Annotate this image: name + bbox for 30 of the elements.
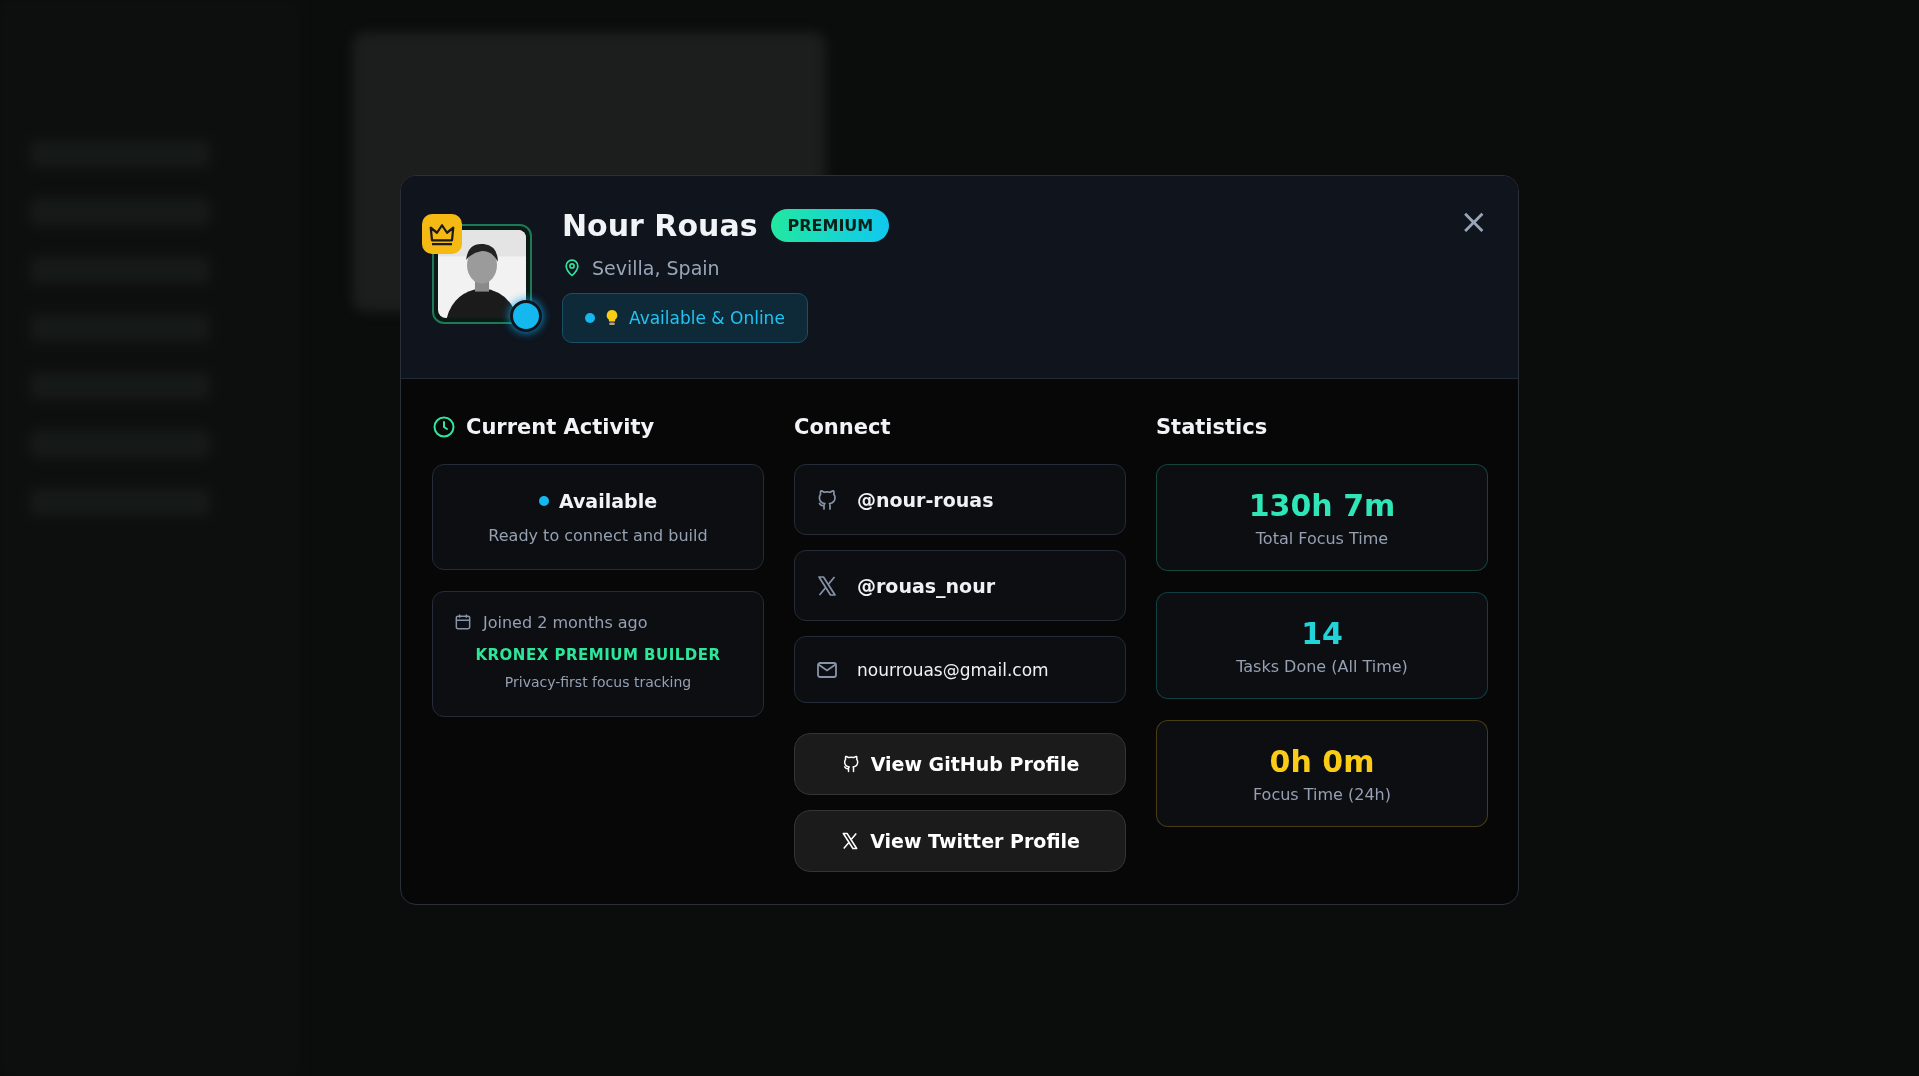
- contact-link[interactable]: nourrouas@gmail.com: [794, 636, 1126, 703]
- status-dot-icon: [538, 495, 549, 506]
- profile-button[interactable]: View Twitter Profile: [794, 810, 1126, 872]
- clock-icon: [432, 415, 456, 439]
- contact-link[interactable]: @nour-rouas: [794, 464, 1126, 535]
- location-text: Sevilla, Spain: [592, 257, 720, 279]
- calendar-icon: [453, 612, 473, 632]
- contact-link[interactable]: @rouas_nour: [794, 550, 1126, 621]
- stat-value: 130h 7m: [1248, 487, 1396, 523]
- profile-button[interactable]: View GitHub Profile: [794, 733, 1126, 795]
- lightbulb-icon: [605, 309, 619, 327]
- status-text: Available: [558, 489, 658, 512]
- stat-value: 14: [1301, 615, 1343, 651]
- section-title: Connect: [794, 415, 891, 439]
- stat-label: Tasks Done (All Time): [1236, 656, 1408, 676]
- tier-label: KRONEX PREMIUM BUILDER: [475, 646, 721, 664]
- stat-label: Focus Time (24h): [1253, 784, 1391, 804]
- status-description: Ready to connect and build: [488, 525, 708, 545]
- user-name: Nour Rouas: [562, 208, 758, 243]
- close-button[interactable]: ×: [1459, 204, 1488, 238]
- tagline: Privacy-first focus tracking: [504, 674, 692, 690]
- stat-label: Total Focus Time: [1255, 528, 1389, 548]
- status-text: Available & Online: [629, 308, 785, 328]
- premium-badge: PREMIUM: [771, 209, 890, 242]
- stat-value: 0h 0m: [1269, 743, 1375, 779]
- location-pin-icon: [562, 258, 582, 278]
- x-logo-icon: [815, 573, 839, 598]
- section-title: Current Activity: [466, 415, 655, 439]
- joined-text: Joined 2 months ago: [483, 612, 648, 632]
- section-title: Statistics: [1156, 415, 1268, 439]
